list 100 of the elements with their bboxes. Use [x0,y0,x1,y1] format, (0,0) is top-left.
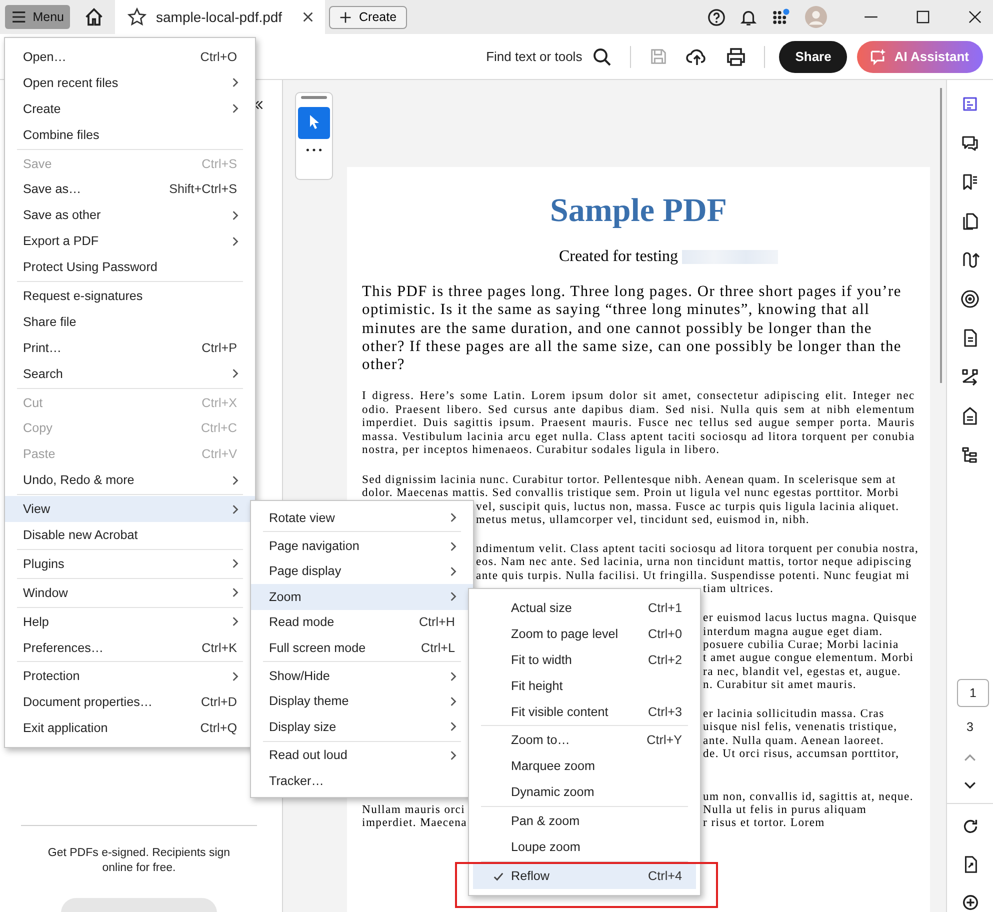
close-icon[interactable] [301,10,315,24]
shortcut-label: Ctrl+L [421,640,455,655]
text-line: tiam ultrices. [703,582,774,596]
menu-item[interactable]: Undo, Redo & more [5,467,255,494]
home-icon[interactable] [83,6,105,28]
menu-item[interactable]: View [5,496,255,522]
search-label[interactable]: Find text or tools [486,49,582,64]
menu-item[interactable]: Page display [251,558,473,584]
menu-item[interactable]: Zoom to… Ctrl+Y [469,727,700,754]
menu-item[interactable]: Fit to width Ctrl+2 [469,646,700,673]
menu-item[interactable]: Save as other [5,202,255,228]
chevron-right-icon [450,670,457,682]
edit-document-icon[interactable] [960,94,980,114]
menu-item[interactable]: Request e-signatures [5,283,255,309]
chevron-right-icon [450,750,457,761]
shortcut-label: Ctrl+0 [648,626,682,641]
cursor-tool-icon[interactable] [298,107,330,139]
text-line: ndimentum velit. Class aptent taciti sociosqu ad litora torquent per conubia nostra, [476,542,919,556]
menu-item[interactable]: Export a PDF [5,228,255,254]
text-line: t amet augue congue elementum. Morbi [703,651,914,665]
menu-item[interactable]: Save as… Shift+Ctrl+S [5,176,255,202]
shortcut-label: Ctrl+4 [648,868,682,883]
collapse-icon[interactable] [254,100,263,110]
bookmark-icon[interactable] [960,172,980,192]
chevron-up-icon[interactable] [963,753,977,762]
chevron-right-icon [232,210,239,221]
more-icon[interactable] [305,147,323,153]
create-button[interactable]: Create [329,6,407,28]
maximize-icon[interactable] [915,9,931,25]
scrollbar[interactable] [936,80,946,912]
comment-icon[interactable] [960,133,980,153]
page-number-field[interactable]: 1 [957,679,989,707]
menu-item[interactable]: Open… Ctrl+O [5,44,255,70]
apps-grid-icon[interactable] [771,8,792,26]
document-title: Sample PDF [549,192,728,231]
shortcut-label: Ctrl+3 [648,704,682,718]
menu-button[interactable]: Menu [5,5,70,29]
chevron-right-icon [232,236,239,247]
menu-item[interactable]: Protect Using Password [5,254,255,280]
shortcut-label: Ctrl+X [202,396,237,410]
star-icon[interactable] [127,7,147,27]
shortcut-label: Ctrl+Q [200,721,237,736]
menu-item[interactable]: Fit visible content Ctrl+3 [469,698,700,724]
shortcut-label: Ctrl+O [200,50,237,64]
menu-item[interactable]: Zoom to page level Ctrl+0 [469,620,700,647]
text-line: Sed dignissim lacinia nunc. Curabitur tortor. Pellentesque nibh. Aenean quam. In scelerisque sem at [362,472,896,486]
search-icon[interactable] [592,46,612,66]
document-tab[interactable]: sample-local-pdf.pdf [115,0,325,34]
chevron-right-icon [450,566,457,577]
text-line: um non, convallis id, sagittis at, neque. [703,790,914,803]
document-subtitle: Created for testing [558,248,678,266]
menu-item[interactable]: Loupe zoom [469,834,700,860]
menu-item[interactable]: Reflow Ctrl+4 [473,862,696,889]
share-button[interactable]: Share [779,40,848,72]
close-icon[interactable] [967,9,983,25]
shortcut-label: Ctrl+K [202,640,237,655]
menu-item[interactable]: Page navigation [251,533,473,559]
menu-item[interactable]: Print… Ctrl+P [5,334,255,361]
chevron-right-icon [232,77,239,88]
plus-icon [339,10,352,24]
text-line: dolor. Maecenas mattis. Sed convallis tristique sem. Proin ut ligula vel nunc egestas porttitor. Morbi [362,486,900,500]
menu-item[interactable]: Share file [5,308,255,335]
menu-item[interactable]: Zoom [251,584,473,610]
menu-item[interactable]: Combine files [5,122,255,148]
ai-assistant-button[interactable]: AI Assistant [857,40,983,72]
menu-item[interactable]: Dynamic zoom [469,779,700,806]
tree-icon[interactable] [960,445,980,465]
chevron-down-icon[interactable] [963,781,977,790]
tag-document-icon[interactable] [960,406,980,426]
print-icon[interactable] [726,46,746,66]
text-line: metus metus, ullamcorper vel, tincidunt sed, euismod in, nibh. [476,512,810,526]
intro-paragraph: This PDF is three pages long. Three long pages. Or three short pages if you’re optimistic. Is it the same as saying “three long minutes”, knowing that all minutes are the same duration, and one cannot possibly be longer than the other? If these pages are all the same size, can one possibly be longer than the other? [362,283,902,374]
body-paragraph: I digress. Here’s some Latin. Lorem ipsum dolor sit amet, consectetur adipiscing elit. Integer nec odio. Praesent libero. Sed cursus ante dapibus diam. Sed nisi. Nulla quis sem at nibh elementum imperdiet. Duis sagittis ipsum. Praesent mauris. Fusce nec tellus sed augue semper porta. Mauris massa. Vestibulum lacinia arcu eget nulla. Class aptent taciti sociosqu ad litora torquent per conubia nostra, per inceptos himenaeos. Curabitur sodales ligula in libero. [362,389,915,457]
curved-arrow-icon[interactable] [960,250,980,270]
target-icon[interactable] [960,289,980,309]
menu-item[interactable]: Create [5,96,255,122]
text-line: imperdiet. Maecena [362,816,468,830]
chevron-right-icon [450,512,457,524]
text-line: de. Ut orci risus, accumsan porttitor, [703,747,900,760]
text-line: eos. Nam nec ante. Sed lacinia, urna non tincidunt mattis, tortor neque adipiscing [476,555,912,569]
chevron-right-icon [232,103,239,114]
menu-icon [11,9,27,25]
menu-item[interactable]: Marquee zoom [469,753,700,780]
text-line: uisque nisl felis, venenatis tristique, [703,720,898,734]
text-line: posuere cubilia Curae; Morbi lacinia [703,638,899,652]
pages-icon[interactable] [960,211,980,231]
menu-item[interactable]: Fit height [469,672,700,699]
cloud-upload-icon[interactable] [686,46,708,66]
chevron-right-icon [232,558,239,570]
zoom-in-icon[interactable] [960,893,980,912]
shortcut-label: Ctrl+P [202,340,237,355]
promo-text: Get PDFs e-signed. Recipients sign online for free. [46,846,232,876]
checkmark-icon [493,870,504,882]
help-icon[interactable] [707,8,726,26]
text-line: er euismod lacus luctus magna. Quisque [703,611,918,625]
menu-item[interactable]: Pan & zoom [469,808,700,834]
shortcut-label: Ctrl+H [418,615,455,630]
flow-arrows-icon[interactable] [960,367,980,387]
menu-item[interactable]: Search [5,360,255,387]
menu-item[interactable]: Open recent files [5,70,255,96]
